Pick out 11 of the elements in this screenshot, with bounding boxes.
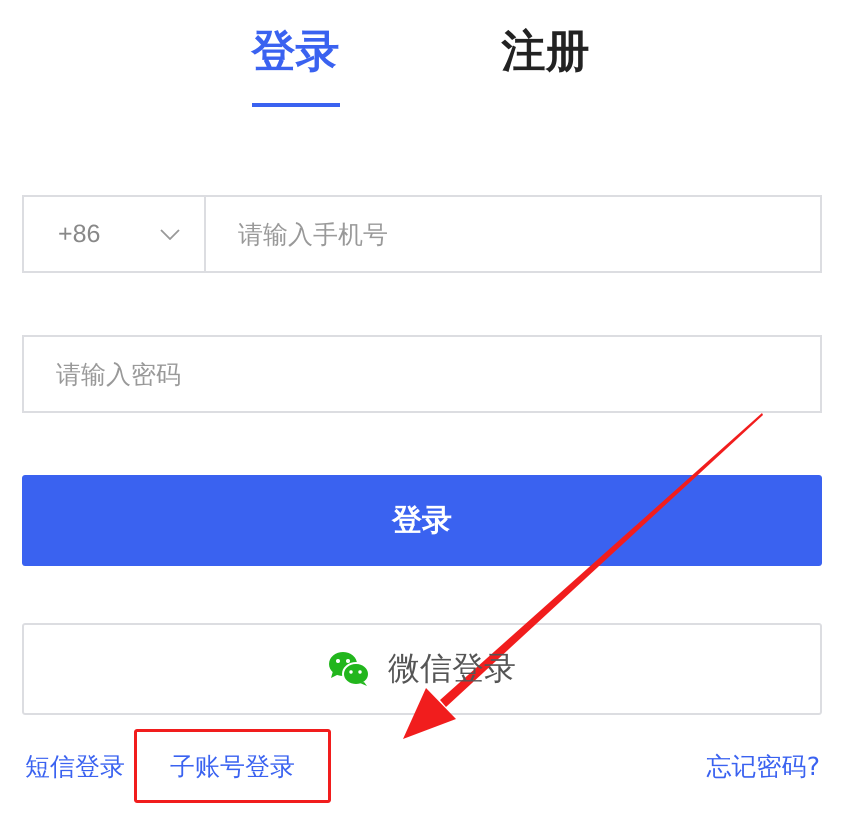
link[interactable]: 子账号登录	[170, 750, 295, 782]
chevron-down-icon	[160, 228, 180, 240]
tab[interactable]: 注册	[502, 22, 590, 107]
link[interactable]: 忘记密码?	[706, 752, 820, 780]
password-input[interactable]: 请输入密码	[22, 335, 822, 413]
chat-bubbles-icon	[328, 651, 370, 687]
tab[interactable]: 登录	[252, 22, 340, 107]
phone-input[interactable]: 请输入手机号	[206, 195, 822, 273]
link[interactable]: 短信登录	[25, 750, 125, 782]
country-code-select[interactable]: +86	[22, 195, 206, 273]
login-button[interactable]: 登录	[22, 475, 822, 566]
